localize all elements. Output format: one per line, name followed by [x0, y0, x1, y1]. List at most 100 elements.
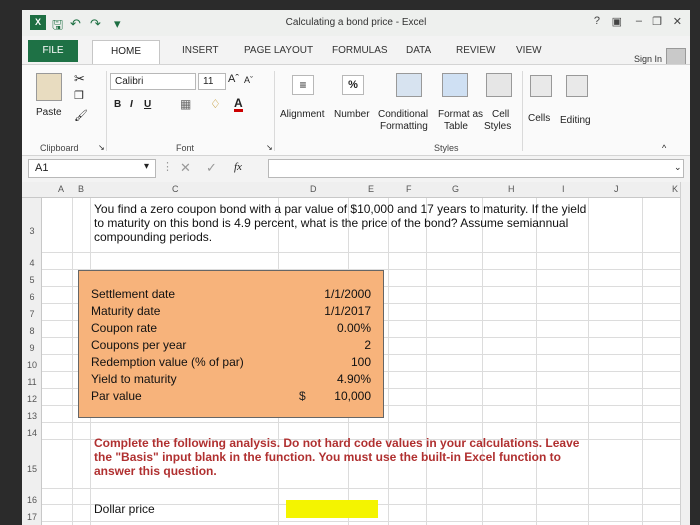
conditional-formatting-icon[interactable] — [396, 73, 422, 97]
cell-styles-button[interactable]: Cell — [492, 109, 509, 120]
alignment-button[interactable]: Alignment — [280, 109, 324, 120]
input-label: Coupon rate — [91, 321, 158, 335]
help-button[interactable]: ? — [594, 15, 600, 27]
column-header-f[interactable]: F — [406, 184, 412, 194]
font-color-icon[interactable]: A — [234, 97, 243, 112]
font-name-select[interactable]: Calibri — [110, 73, 196, 90]
copy-icon[interactable]: ❐ — [74, 89, 84, 102]
window-title: Calculating a bond price - Excel — [285, 17, 427, 28]
separator — [106, 71, 107, 151]
sign-in-link[interactable]: Sign In — [634, 54, 662, 64]
row-header-7[interactable]: 7 — [22, 309, 42, 319]
row-header-5[interactable]: 5 — [22, 275, 42, 285]
excel-window: X 🖫 ↶ ↷ ▾ Calculating a bond price - Exc… — [22, 10, 690, 525]
enter-icon[interactable]: ✓ — [206, 160, 217, 176]
clipboard-group-label: Clipboard — [40, 143, 79, 153]
cells-button[interactable]: Cells — [528, 113, 550, 124]
cancel-icon[interactable]: ✕ — [180, 160, 191, 176]
row-header-9[interactable]: 9 — [22, 343, 42, 353]
column-header-h[interactable]: H — [508, 184, 515, 194]
tab-insert[interactable]: INSERT — [182, 45, 219, 56]
row-header-14[interactable]: 14 — [22, 428, 42, 438]
column-header-i[interactable]: I — [562, 184, 565, 194]
shrink-font-icon[interactable]: Aˇ — [244, 75, 253, 85]
row-header-17[interactable]: 17 — [22, 512, 42, 522]
column-header-g[interactable]: G — [452, 184, 459, 194]
number-button[interactable]: Number — [334, 109, 370, 120]
tab-data[interactable]: DATA — [406, 45, 431, 56]
input-value[interactable]: 1/1/2000 — [324, 287, 371, 301]
answer-input-cell[interactable] — [286, 500, 378, 518]
ribbon-display-icon[interactable]: ▣ — [612, 15, 622, 28]
row-header-10[interactable]: 10 — [22, 360, 42, 370]
format-as-table-icon[interactable] — [442, 73, 468, 97]
tab-formulas[interactable]: FORMULAS — [332, 45, 388, 56]
format-as-table-button[interactable]: Format as — [438, 109, 483, 120]
underline-button[interactable]: U — [144, 99, 151, 110]
insert-function-icon[interactable]: fx — [234, 161, 242, 173]
input-value[interactable]: 2 — [364, 338, 371, 352]
percent-icon[interactable]: % — [342, 75, 364, 95]
problem-line-3: compounding periods. — [94, 230, 213, 244]
cells-icon[interactable] — [530, 75, 552, 97]
restore-icon[interactable]: ❐ — [652, 15, 662, 28]
paste-icon[interactable] — [36, 73, 62, 101]
column-header-e[interactable]: E — [368, 184, 374, 194]
vertical-scrollbar[interactable] — [680, 182, 690, 525]
expand-formula-bar-icon[interactable]: ⌄ — [674, 162, 682, 173]
worksheet-grid[interactable]: A B C D E F G H I J K 3 4 5 6 7 8 9 10 1… — [22, 182, 690, 525]
input-value[interactable]: 0.00% — [337, 321, 371, 335]
answer-label: Dollar price — [94, 502, 155, 516]
find-binoculars-icon[interactable] — [566, 75, 588, 97]
column-header-b[interactable]: B — [78, 184, 84, 194]
row-header-16[interactable]: 16 — [22, 495, 42, 505]
tab-page-layout[interactable]: PAGE LAYOUT — [244, 45, 313, 56]
editing-button[interactable]: Editing — [560, 115, 591, 126]
collapse-ribbon-icon[interactable]: ^ — [662, 143, 666, 153]
row-header-6[interactable]: 6 — [22, 292, 42, 302]
column-header-c[interactable]: C — [172, 184, 179, 194]
row-header-4[interactable]: 4 — [22, 258, 42, 268]
formula-input[interactable] — [268, 159, 684, 178]
name-box-dropdown-icon[interactable]: ▾ — [144, 161, 149, 172]
paste-button[interactable]: Paste — [36, 107, 62, 118]
tab-file[interactable]: FILE — [28, 40, 78, 62]
column-header-j[interactable]: J — [614, 184, 619, 194]
borders-icon[interactable]: ▦ — [180, 97, 191, 111]
tab-home[interactable]: HOME — [92, 40, 160, 64]
clipboard-launcher-icon[interactable]: ↘ — [98, 143, 105, 152]
tab-review[interactable]: REVIEW — [456, 45, 495, 56]
conditional-formatting-button[interactable]: Conditional — [378, 109, 428, 120]
alignment-icon[interactable]: ≡ — [292, 75, 314, 95]
font-launcher-icon[interactable]: ↘ — [266, 143, 273, 152]
input-value[interactable]: 4.90% — [337, 372, 371, 386]
format-painter-icon[interactable]: 🖌 — [74, 109, 88, 122]
grow-font-icon[interactable]: Aˆ — [228, 73, 239, 85]
row-header-8[interactable]: 8 — [22, 326, 42, 336]
cut-icon[interactable]: ✂ — [74, 71, 85, 87]
row-header-12[interactable]: 12 — [22, 394, 42, 404]
separator — [274, 71, 275, 151]
gridline — [426, 198, 427, 525]
styles-group-label: Styles — [434, 143, 459, 153]
column-header-a[interactable]: A — [58, 184, 64, 194]
minimize-icon[interactable]: – — [636, 15, 642, 27]
input-value[interactable]: 100 — [351, 355, 371, 369]
row-header-13[interactable]: 13 — [22, 411, 42, 421]
italic-button[interactable]: I — [130, 99, 133, 110]
format-as-table-label2: Table — [444, 121, 468, 132]
column-header-k[interactable]: K — [672, 184, 678, 194]
cell-styles-icon[interactable] — [486, 73, 512, 97]
row-header-15[interactable]: 15 — [22, 464, 42, 474]
input-value[interactable]: 10,000 — [334, 389, 371, 403]
row-header-3[interactable]: 3 — [22, 226, 42, 236]
font-size-select[interactable]: 11 — [198, 73, 226, 90]
bold-button[interactable]: B — [114, 99, 121, 110]
column-header-d[interactable]: D — [310, 184, 317, 194]
tab-view[interactable]: VIEW — [516, 45, 542, 56]
close-icon[interactable]: ✕ — [673, 15, 682, 28]
input-value[interactable]: 1/1/2017 — [324, 304, 371, 318]
row-header-11[interactable]: 11 — [22, 377, 42, 387]
name-box[interactable]: A1 — [28, 159, 156, 178]
fill-color-icon[interactable]: ♢ — [210, 97, 221, 111]
